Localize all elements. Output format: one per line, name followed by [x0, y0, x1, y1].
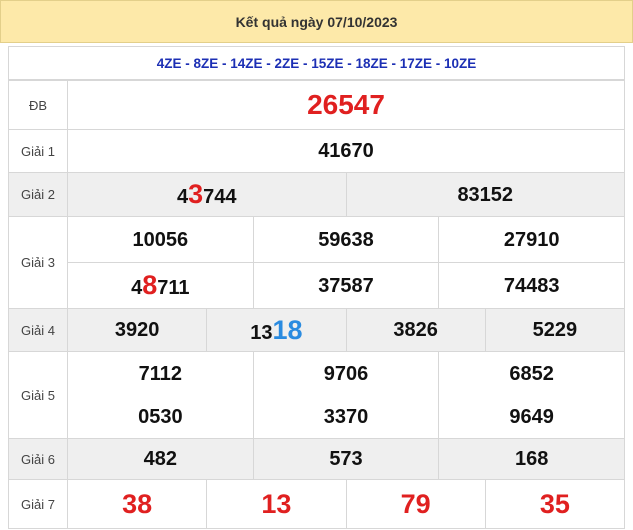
label-giai7: Giải 7 — [8, 479, 68, 529]
lottery-results: Kết quả ngày 07/10/2023 4ZE - 8ZE - 14ZE… — [0, 0, 633, 530]
prize-1-number: 41670 — [318, 139, 374, 162]
prize-3-number: 74483 — [438, 263, 624, 308]
prize-6-number: 168 — [438, 439, 624, 479]
row-giai5: Giải 5 7112 9706 6852 0530 3370 9649 — [8, 351, 625, 439]
label-giai6: Giải 6 — [8, 438, 68, 480]
label-giai4: Giải 4 — [8, 308, 68, 352]
results-date-title: Kết quả ngày 07/10/2023 — [0, 0, 633, 43]
prize-3-number: 48711 — [131, 270, 190, 300]
row-special: ĐB 26547 — [8, 80, 625, 130]
label-special: ĐB — [8, 80, 68, 130]
prize-4-number: 1318 — [206, 309, 345, 351]
prize-5-number: 7112 — [138, 362, 183, 385]
prize-5-number: 0530 — [138, 405, 183, 428]
prize-7-number: 38 — [122, 488, 153, 519]
label-giai1: Giải 1 — [8, 129, 68, 173]
prize-7-number: 35 — [484, 480, 624, 528]
prize-2-number: 43744 — [176, 179, 237, 209]
prize-3-number: 59638 — [252, 217, 439, 262]
results-table: ĐB 26547 Giải 1 41670 Giải 2 43744 83152 — [8, 80, 625, 529]
row-giai4: Giải 4 3920 1318 3826 5229 — [8, 308, 625, 352]
prize-3-number: 37587 — [252, 263, 439, 308]
prize-4-number: 5229 — [484, 309, 624, 351]
prize-7-number: 13 — [206, 480, 345, 528]
prize-2-number: 83152 — [345, 173, 625, 216]
draw-codes: 4ZE - 8ZE - 14ZE - 2ZE - 15ZE - 18ZE - 1… — [8, 46, 625, 80]
prize-7-number: 79 — [345, 480, 485, 528]
prize-6-number: 573 — [252, 439, 439, 479]
row-giai2: Giải 2 43744 83152 — [8, 172, 625, 217]
prize-6-number: 482 — [143, 448, 178, 470]
row-giai6: Giải 6 482 573 168 — [8, 438, 625, 480]
row-giai7: Giải 7 38 13 79 35 — [8, 479, 625, 529]
row-giai3: Giải 3 10056 59638 27910 48711 37587 744… — [8, 216, 625, 309]
special-prize-number: 26547 — [307, 89, 385, 120]
value-special: 26547 — [67, 80, 625, 130]
label-giai3: Giải 3 — [8, 216, 68, 309]
prize-5-number: 6852 — [438, 352, 624, 395]
prize-4-number: 3826 — [345, 309, 485, 351]
label-giai5: Giải 5 — [8, 351, 68, 439]
prize-5-number: 9649 — [438, 395, 624, 438]
prize-5-number: 9706 — [252, 352, 439, 395]
prize-5-number: 3370 — [252, 395, 439, 438]
prize-3-number: 27910 — [438, 217, 624, 262]
row-giai1: Giải 1 41670 — [8, 129, 625, 173]
prize-3-number: 10056 — [132, 228, 189, 251]
label-giai2: Giải 2 — [8, 172, 68, 217]
prize-4-number: 3920 — [114, 319, 160, 341]
value-giai1: 41670 — [67, 129, 625, 173]
